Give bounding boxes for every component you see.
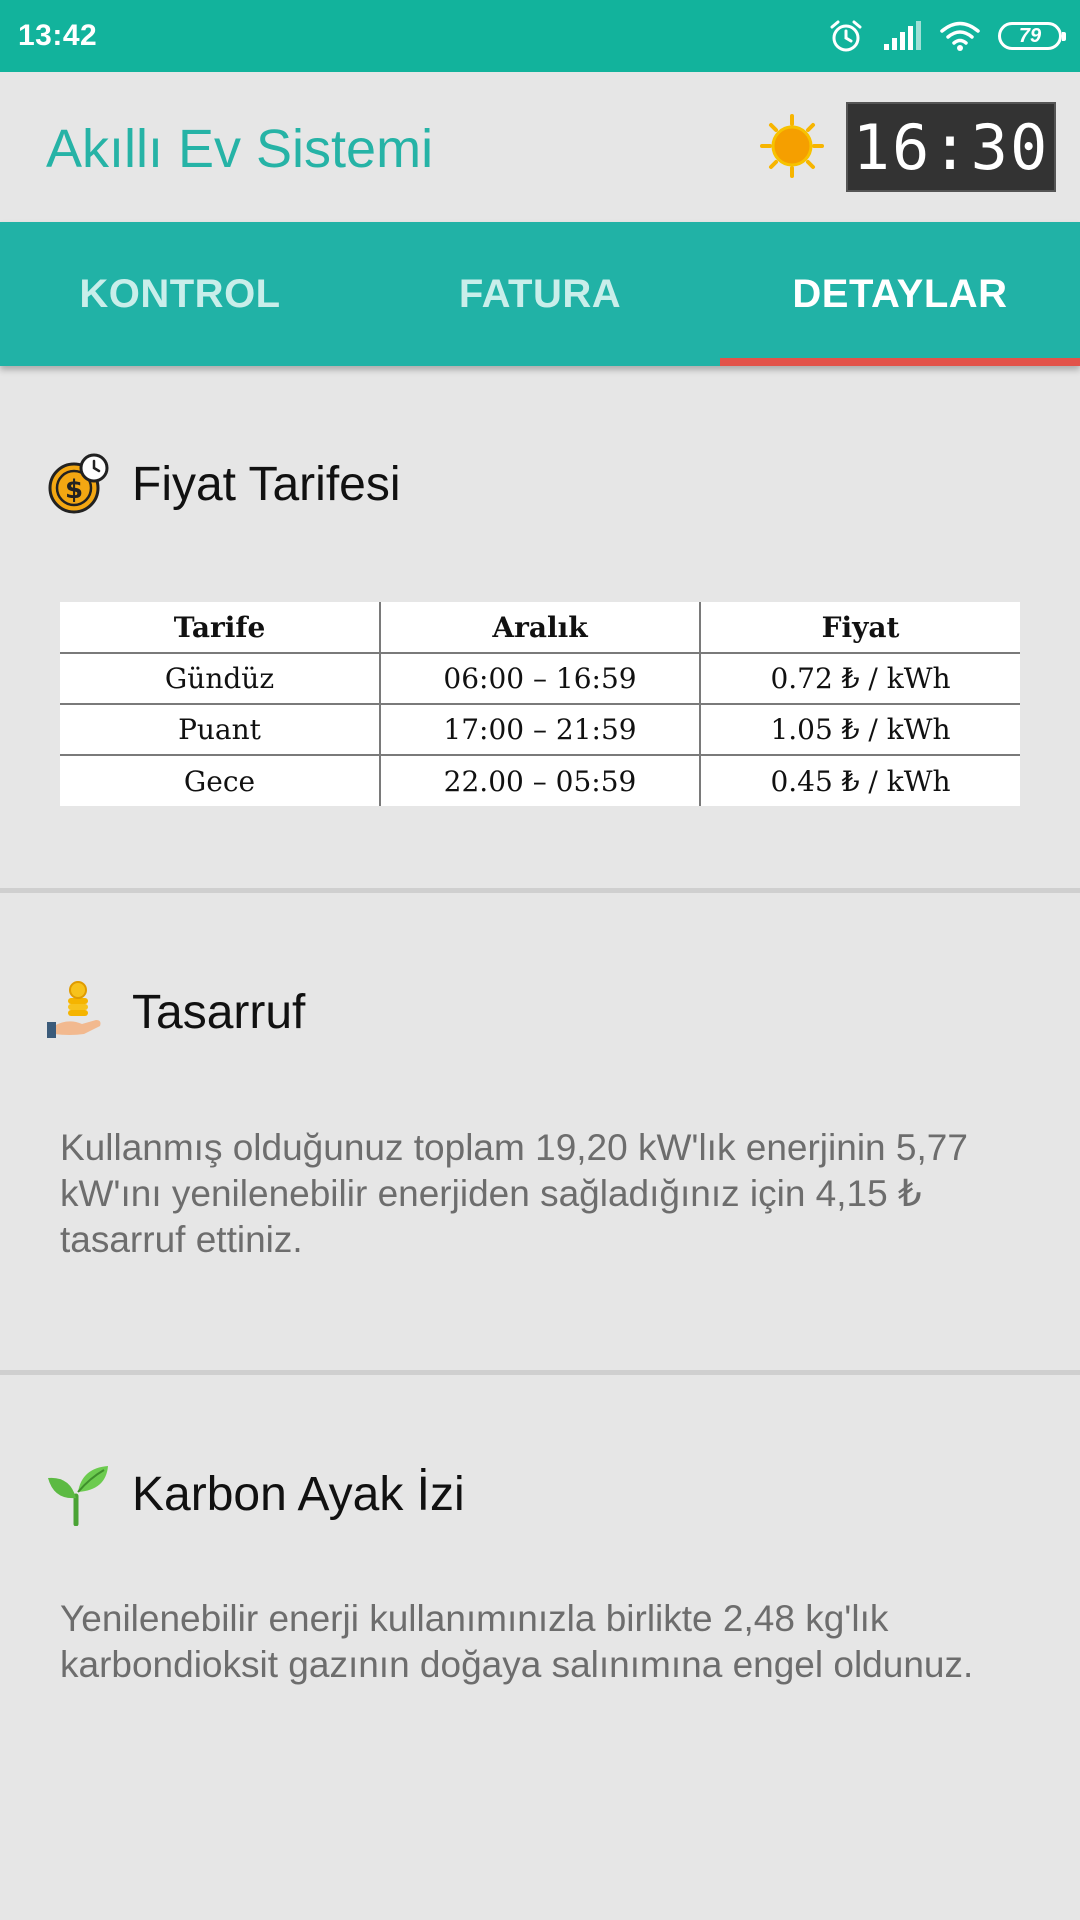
digital-clock: 16:30	[846, 102, 1056, 192]
hand-coins-icon	[47, 981, 101, 1038]
table-cell: Gündüz	[60, 653, 381, 705]
table-cell: 0.45 ₺ / kWh	[770, 764, 951, 798]
carbon-title: Karbon Ayak İzi	[132, 1467, 465, 1521]
table-header-row: Tarife Aralık Fiyat	[60, 602, 1020, 654]
column-header: Fiyat	[700, 602, 1020, 654]
coin-clock-icon: $	[48, 453, 109, 514]
table-row: Gündüz 06:00 – 16:59 0.72 ₺ / kWh	[60, 653, 1020, 705]
tariff-title: Fiyat Tarifesi	[132, 457, 401, 511]
table-cell: 1.05 ₺ / kWh	[700, 704, 1020, 756]
wifi-icon	[940, 21, 980, 51]
app-title: Akıllı Ev Sistemi	[46, 119, 434, 179]
tab-fatura[interactable]: FATURA	[360, 222, 720, 366]
table-cell: 22.00 – 05:59	[380, 755, 701, 806]
section-divider	[0, 1370, 1080, 1375]
table-cell: Puant	[60, 704, 381, 756]
tariff-section-title: $ Fiyat Tarifesi	[46, 452, 401, 516]
column-header: Tarife	[60, 602, 381, 654]
table-row: Puant 17:00 – 21:59 1.05 ₺ / kWh	[60, 704, 1020, 756]
app-header: Akıllı Ev Sistemi 16:30	[0, 72, 1080, 222]
tab-kontrol[interactable]: KONTROL	[0, 222, 360, 366]
status-time: 13:42	[18, 19, 98, 52]
tab-bar: KONTROL FATURA DETAYLAR	[0, 222, 1080, 366]
battery-level: 79	[1018, 24, 1042, 47]
carbon-section-title: Karbon Ayak İzi	[46, 1462, 465, 1526]
table-cell: 0.72 ₺ / kWh	[700, 653, 1020, 705]
table-cell: 17:00 – 21:59	[380, 704, 701, 756]
battery-icon: 79	[998, 22, 1066, 50]
table-cell: 06:00 – 16:59	[380, 653, 701, 705]
table-cell: Gece	[60, 755, 381, 806]
savings-title: Tasarruf	[132, 985, 306, 1039]
section-divider	[0, 888, 1080, 893]
status-bar: 13:42 79	[0, 0, 1080, 72]
alarm-icon	[830, 20, 862, 52]
tariff-table: Tarife Aralık Fiyat Gündüz 06:00 – 16:59…	[60, 602, 1020, 806]
table-row: Gece 22.00 – 05:59 0.45 ₺ / kWh	[60, 755, 1020, 806]
tab-detaylar[interactable]: DETAYLAR	[720, 222, 1080, 366]
carbon-text: Yenilenebilir enerji kullanımınızla birl…	[60, 1598, 974, 1685]
column-header: Aralık	[380, 602, 701, 654]
signal-icon	[884, 21, 921, 50]
svg-text:$: $	[65, 475, 83, 505]
savings-text: Kullanmış olduğunuz toplam 19,20 kW'lık …	[60, 1127, 968, 1260]
status-icons: 79	[828, 18, 1066, 54]
seedling-icon	[48, 1466, 108, 1526]
sun-icon	[760, 114, 824, 178]
savings-section-title: Tasarruf	[46, 980, 305, 1044]
